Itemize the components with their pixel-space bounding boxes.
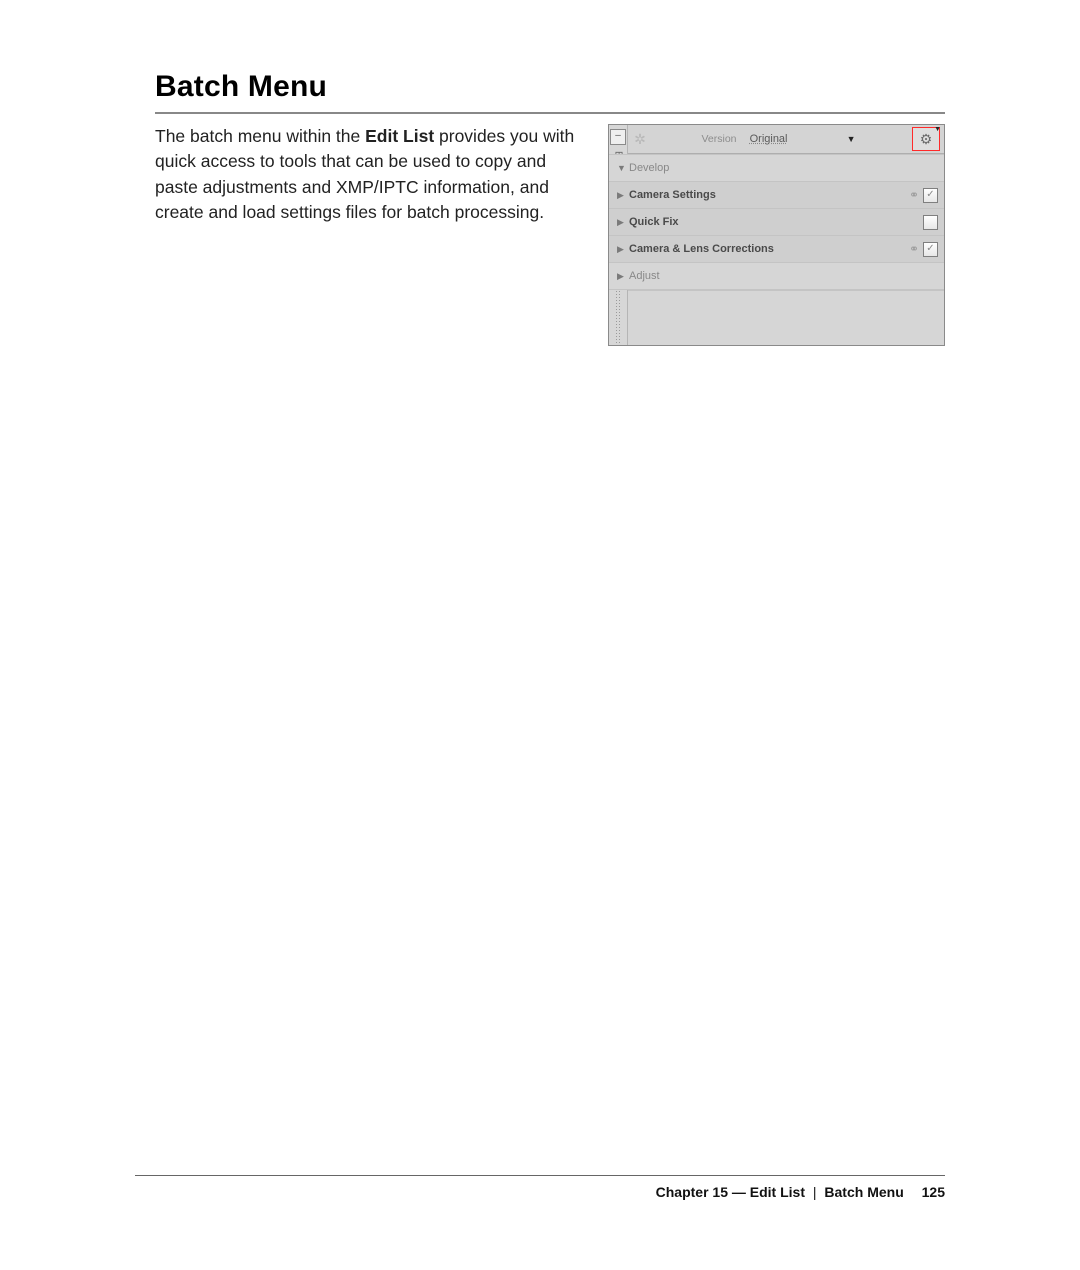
link-icon[interactable]: ⚭ bbox=[909, 242, 919, 256]
row-camera-lens-corrections[interactable]: ▶ Camera & Lens Corrections ⚭ ✓ bbox=[609, 236, 944, 263]
page-title: Batch Menu bbox=[155, 70, 945, 104]
version-dropdown[interactable]: Original bbox=[748, 133, 790, 146]
row-quick-fix[interactable]: ▶ Quick Fix bbox=[609, 209, 944, 236]
panel-header: ✲ Version Original ▼ ⚙ ▼ bbox=[627, 125, 944, 154]
row-label: Quick Fix bbox=[629, 216, 679, 228]
row-label: Adjust bbox=[629, 270, 660, 282]
footer-section: Batch Menu bbox=[824, 1184, 903, 1200]
edit-list-panel: – Edit List ✲ Version Original ▼ ⚙ ▼ bbox=[608, 124, 945, 346]
chevron-right-icon: ▶ bbox=[617, 244, 629, 255]
panel-empty-area bbox=[627, 290, 944, 345]
footer-separator: | bbox=[813, 1184, 817, 1200]
page-footer: Chapter 15 — Edit List | Batch Menu 125 bbox=[135, 1175, 945, 1200]
row-adjust[interactable]: ▶ Adjust bbox=[609, 263, 944, 290]
footer-rule bbox=[135, 1175, 945, 1176]
checkbox[interactable]: ✓ bbox=[923, 242, 938, 257]
row-camera-settings[interactable]: ▶ Camera Settings ⚭ ✓ bbox=[609, 182, 944, 209]
footer-chapter: Chapter 15 — Edit List bbox=[656, 1184, 805, 1200]
checkbox[interactable] bbox=[923, 215, 938, 230]
body-pre: The batch menu within the bbox=[155, 126, 365, 146]
collapse-icon[interactable]: – bbox=[610, 129, 626, 145]
body-bold: Edit List bbox=[365, 126, 434, 146]
link-icon[interactable]: ⚭ bbox=[909, 188, 919, 202]
chevron-right-icon: ▶ bbox=[617, 271, 629, 282]
row-label: Develop bbox=[629, 162, 669, 174]
chevron-down-icon: ▼ bbox=[617, 163, 629, 173]
menu-arrow-icon: ▼ bbox=[934, 126, 941, 133]
chevron-right-icon: ▶ bbox=[617, 217, 629, 228]
title-rule bbox=[155, 112, 945, 114]
row-develop[interactable]: ▼ Develop bbox=[609, 154, 944, 182]
chevron-right-icon: ▶ bbox=[617, 190, 629, 201]
row-label: Camera Settings bbox=[629, 189, 716, 201]
chevron-down-icon[interactable]: ▼ bbox=[843, 134, 860, 144]
row-label: Camera & Lens Corrections bbox=[629, 243, 774, 255]
checkbox[interactable]: ✓ bbox=[923, 188, 938, 203]
page-number: 125 bbox=[922, 1184, 945, 1200]
body-paragraph: The batch menu within the Edit List prov… bbox=[155, 124, 578, 226]
header-icon-slot: ✲ bbox=[627, 125, 653, 153]
version-label: Version bbox=[702, 133, 737, 145]
batch-menu-button[interactable]: ⚙ ▼ bbox=[912, 127, 940, 151]
gear-icon: ⚙ bbox=[920, 131, 933, 148]
reset-icon[interactable]: ✲ bbox=[634, 131, 646, 148]
